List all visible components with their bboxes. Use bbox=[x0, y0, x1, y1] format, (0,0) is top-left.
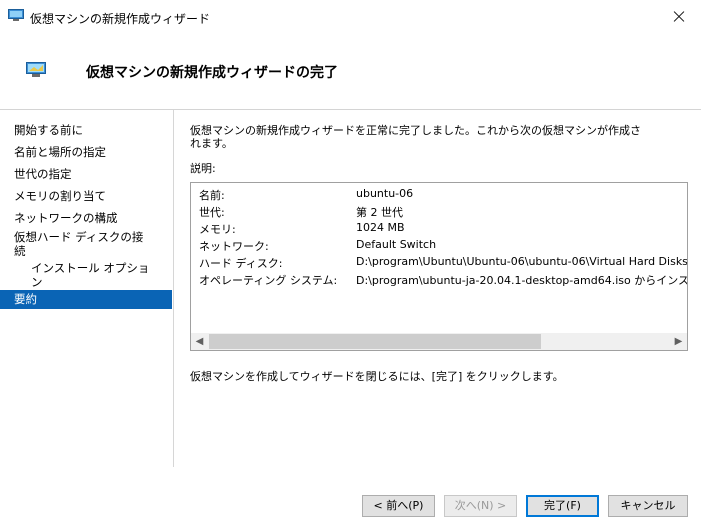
nav-item-label-cont: ン bbox=[31, 275, 43, 289]
previous-button[interactable]: < 前へ(P) bbox=[362, 495, 435, 517]
scroll-left-icon[interactable]: ◀ bbox=[191, 333, 208, 350]
finish-instruction: 仮想マシンを作成してウィザードを閉じるには、[完了] をクリックします。 bbox=[190, 370, 564, 383]
summary-value: D:\program\ubuntu-ja-20.04.1-desktop-amd… bbox=[356, 274, 688, 287]
nav-item-installation-options[interactable]: インストール オプショ ン bbox=[0, 261, 172, 291]
scroll-right-icon[interactable]: ▶ bbox=[670, 333, 687, 350]
nav-item-name-location[interactable]: 名前と場所の指定 bbox=[0, 145, 172, 161]
nav-item-network[interactable]: ネットワークの構成 bbox=[0, 211, 172, 227]
next-button[interactable]: 次へ(N) > bbox=[444, 495, 517, 517]
summary-value: 第 2 世代 bbox=[356, 206, 403, 219]
close-button[interactable] bbox=[655, 0, 701, 34]
summary-key: 世代: bbox=[199, 206, 225, 219]
summary-list[interactable]: 名前: ubuntu-06 世代: 第 2 世代 メモリ: 1024 MB ネッ… bbox=[190, 182, 688, 351]
summary-key: オペレーティング システム: bbox=[199, 274, 338, 287]
summary-key: メモリ: bbox=[199, 223, 236, 236]
summary-value: 1024 MB bbox=[356, 221, 405, 234]
nav-item-generation[interactable]: 世代の指定 bbox=[0, 167, 172, 183]
summary-value: ubuntu-06 bbox=[356, 187, 414, 200]
title-bar: 仮想マシンの新規作成ウィザード bbox=[0, 0, 701, 34]
nav-item-label: インストール オプショ bbox=[31, 261, 150, 275]
intro-line: 仮想マシンの新規作成ウィザードを正常に完了しました。これから次の仮想マシンが作成… bbox=[190, 124, 641, 137]
nav-item-label: 仮想ハード ディスクの接 bbox=[14, 230, 144, 244]
wizard-header: 仮想マシンの新規作成ウィザードの完了 bbox=[0, 34, 701, 110]
intro-line: れます。 bbox=[190, 137, 233, 150]
wizard-window: 仮想マシンの新規作成ウィザード 仮想マシンの新規作成ウィザードの完了 開始する前… bbox=[0, 0, 701, 532]
nav-item-virtual-hard-disk[interactable]: 仮想ハード ディスクの接 続 bbox=[0, 230, 172, 260]
monitor-icon bbox=[8, 9, 24, 21]
main-content: 仮想マシンの新規作成ウィザードを正常に完了しました。これから次の仮想マシンが作成… bbox=[174, 110, 701, 467]
horizontal-scrollbar[interactable]: ◀ ▶ bbox=[191, 333, 687, 350]
summary-key: ハード ディスク: bbox=[199, 257, 283, 270]
scroll-thumb[interactable] bbox=[209, 334, 541, 349]
summary-value: Default Switch bbox=[356, 238, 437, 251]
page-title: 仮想マシンの新規作成ウィザードの完了 bbox=[86, 65, 338, 81]
summary-value: D:\program\Ubuntu\Ubuntu-06\ubuntu-06\Vi… bbox=[356, 255, 688, 268]
wizard-nav: 開始する前に 名前と場所の指定 世代の指定 メモリの割り当て ネットワークの構成… bbox=[0, 110, 174, 467]
nav-item-summary[interactable]: 要約 bbox=[0, 290, 172, 309]
summary-key: ネットワーク: bbox=[199, 240, 269, 253]
nav-item-before-you-begin[interactable]: 開始する前に bbox=[0, 123, 172, 139]
virtual-machine-icon bbox=[26, 62, 46, 77]
summary-key: 名前: bbox=[199, 189, 225, 202]
nav-item-memory[interactable]: メモリの割り当て bbox=[0, 189, 172, 205]
intro-text: 仮想マシンの新規作成ウィザードを正常に完了しました。これから次の仮想マシンが作成… bbox=[190, 124, 696, 150]
window-title: 仮想マシンの新規作成ウィザード bbox=[30, 12, 211, 26]
nav-item-label-cont: 続 bbox=[14, 244, 26, 258]
finish-button[interactable]: 完了(F) bbox=[526, 495, 599, 517]
description-label: 説明: bbox=[190, 162, 216, 175]
cancel-button[interactable]: キャンセル bbox=[608, 495, 688, 517]
